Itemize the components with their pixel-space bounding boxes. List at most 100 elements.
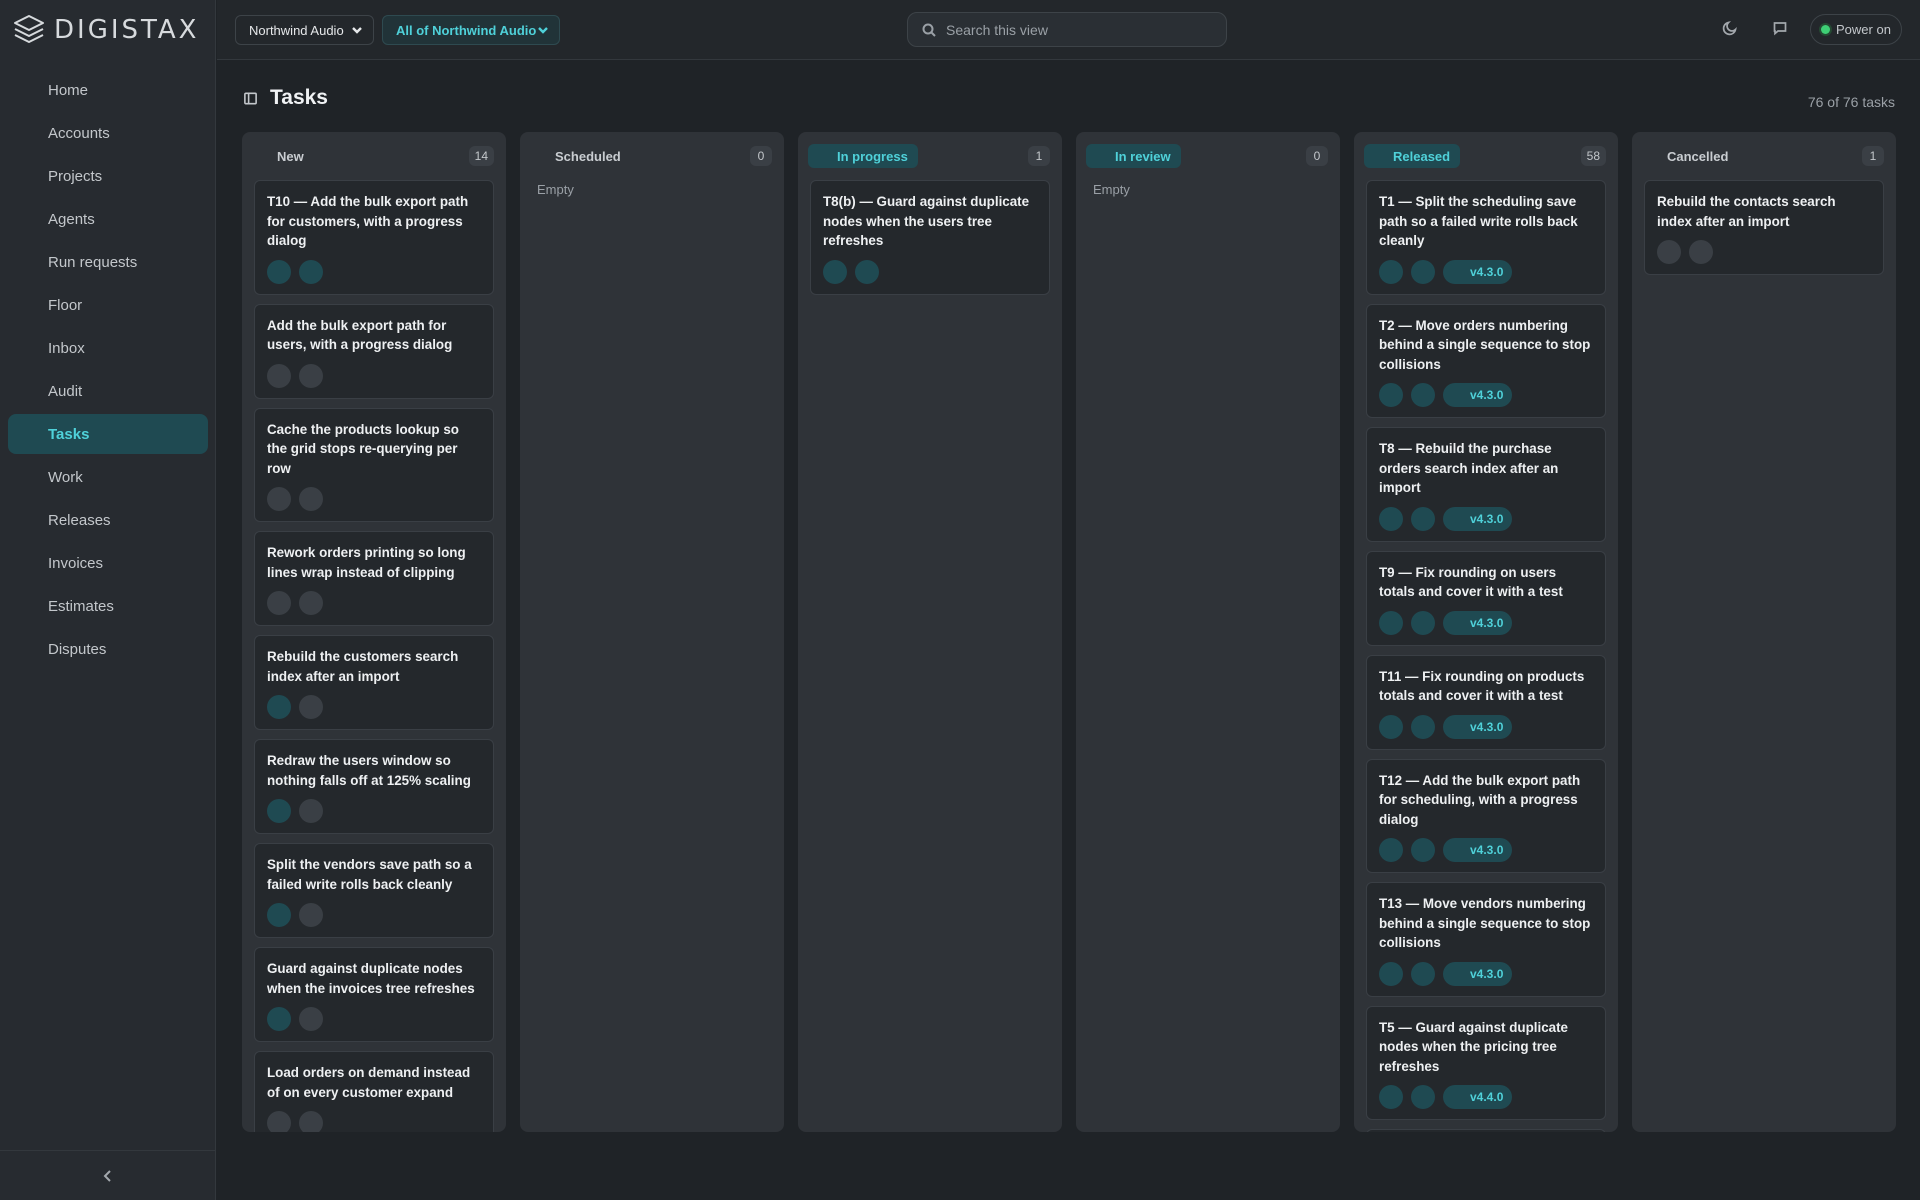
sidebar-item-estimates[interactable]: Estimates [8, 586, 208, 626]
power-toggle[interactable]: Power on [1810, 14, 1902, 45]
task-card[interactable]: Rework orders printing so long lines wra… [254, 531, 494, 626]
scope-select[interactable]: All of Northwind Audio [382, 15, 560, 45]
clock-badge[interactable] [299, 591, 323, 615]
task-card[interactable]: Split the vendors save path so a failed … [254, 843, 494, 938]
sparkle-badge[interactable] [1379, 1085, 1403, 1109]
sidebar-item-label: Inbox [48, 339, 85, 357]
task-card[interactable]: T9 — Fix rounding on users totals and co… [1366, 550, 1606, 646]
theme-toggle-button[interactable] [1722, 20, 1740, 38]
sidebar-item-agents[interactable]: Agents [8, 199, 208, 239]
doc-badge[interactable] [1411, 610, 1435, 635]
column-title[interactable]: In progress [808, 144, 918, 168]
task-card[interactable]: T6 — Rebuild the users search [1366, 1129, 1606, 1132]
doc-badge[interactable] [1411, 714, 1435, 739]
sparkle-badge[interactable] [1379, 714, 1403, 739]
task-card[interactable]: Load orders on demand instead of on ever… [254, 1051, 494, 1132]
sparkle-badge[interactable] [1379, 838, 1403, 862]
messages-button[interactable] [1772, 20, 1790, 38]
sidebar-item-tasks[interactable]: Tasks [8, 414, 208, 454]
sparkle-badge[interactable] [1379, 610, 1403, 635]
sidebar-item-disputes[interactable]: Disputes [8, 629, 208, 669]
sparkle-badge[interactable] [267, 903, 291, 927]
task-card[interactable]: Rebuild the contacts search index after … [1644, 180, 1884, 275]
column-title[interactable]: Scheduled [534, 144, 621, 168]
version-badge[interactable]: v4.3.0 [1443, 506, 1513, 531]
task-card[interactable]: T8(b) — Guard against duplicate nodes wh… [810, 180, 1050, 295]
sparkle-badge[interactable] [1379, 961, 1403, 986]
clock-badge[interactable] [299, 363, 323, 388]
task-card[interactable]: T5 — Guard against duplicate nodes when … [1366, 1005, 1606, 1120]
wrench-badge[interactable] [267, 591, 291, 615]
doc-badge[interactable] [1411, 259, 1435, 284]
version-badge[interactable]: v4.3.0 [1443, 383, 1513, 407]
brand-logo[interactable]: DIGISTAX [12, 12, 199, 48]
version-badge[interactable]: v4.3.0 [1443, 714, 1513, 739]
doc-badge[interactable] [855, 259, 879, 284]
task-card[interactable]: T10 — Add the bulk export path for custo… [254, 180, 494, 295]
task-card[interactable]: T1 — Split the scheduling save path so a… [1366, 180, 1606, 295]
version-badge[interactable]: v4.3.0 [1443, 961, 1513, 986]
clock-badge[interactable] [299, 903, 323, 927]
sparkle-badge[interactable] [267, 799, 291, 823]
sidebar-item-invoices[interactable]: Invoices [8, 543, 208, 583]
sidebar-item-run-requests[interactable]: Run requests [8, 242, 208, 282]
task-card[interactable]: Guard against duplicate nodes when the i… [254, 947, 494, 1042]
sparkle-badge[interactable] [267, 1007, 291, 1031]
sidebar-item-floor[interactable]: Floor [8, 285, 208, 325]
task-card-title: Guard against duplicate nodes when the i… [267, 961, 475, 996]
task-card[interactable]: T11 — Fix rounding on products totals an… [1366, 654, 1606, 750]
question-badge[interactable] [299, 695, 323, 719]
doc-badge[interactable] [299, 259, 323, 284]
clock-badge[interactable] [299, 487, 323, 511]
search-box[interactable] [907, 12, 1227, 47]
sidebar-item-accounts[interactable]: Accounts [8, 113, 208, 153]
sidebar-item-work[interactable]: Work [8, 457, 208, 497]
clock-badge[interactable] [1689, 240, 1713, 264]
task-card-title: T13 — Move vendors numbering behind a si… [1379, 896, 1591, 950]
wrench-badge[interactable] [267, 363, 291, 388]
sidebar-item-projects[interactable]: Projects [8, 156, 208, 196]
sparkle-badge[interactable] [1379, 506, 1403, 531]
version-badge[interactable]: v4.4.0 [1443, 1085, 1513, 1109]
sparkle-badge[interactable] [267, 259, 291, 284]
wrench-badge[interactable] [1657, 240, 1681, 264]
task-card[interactable]: T2 — Move orders numbering behind a sing… [1366, 303, 1606, 418]
clock-badge[interactable] [299, 1111, 323, 1132]
clock-badge[interactable] [299, 1007, 323, 1031]
task-card[interactable]: T12 — Add the bulk export path for sched… [1366, 758, 1606, 873]
sparkle-badge[interactable] [267, 695, 291, 719]
search-input[interactable] [946, 21, 1196, 38]
task-card[interactable]: T13 — Move vendors numbering behind a si… [1366, 882, 1606, 997]
doc-badge[interactable] [1411, 1085, 1435, 1109]
version-badge[interactable]: v4.3.0 [1443, 610, 1513, 635]
clock-badge[interactable] [299, 799, 323, 823]
task-card[interactable]: T8 — Rebuild the purchase orders search … [1366, 427, 1606, 542]
column-title[interactable]: New [256, 144, 304, 168]
task-card[interactable]: Redraw the users window so nothing falls… [254, 739, 494, 834]
doc-badge[interactable] [1411, 838, 1435, 862]
wrench-badge[interactable] [267, 1111, 291, 1132]
version-badge[interactable]: v4.3.0 [1443, 259, 1513, 284]
sparkle-badge[interactable] [1379, 383, 1403, 407]
task-card[interactable]: Rebuild the customers search index after… [254, 635, 494, 730]
task-card[interactable]: Cache the products lookup so the grid st… [254, 407, 494, 522]
column-title[interactable]: In review [1086, 144, 1181, 168]
version-badge[interactable]: v4.3.0 [1443, 838, 1513, 862]
doc-badge[interactable] [1411, 383, 1435, 407]
sidebar-item-audit[interactable]: Audit [8, 371, 208, 411]
column-title[interactable]: Cancelled [1646, 144, 1728, 168]
doc-badge[interactable] [1411, 961, 1435, 986]
organization-select[interactable]: Northwind Audio [235, 15, 374, 45]
sidebar-item-home[interactable]: Home [8, 70, 208, 110]
sparkle-badge[interactable] [1379, 259, 1403, 284]
sparkle-icon [273, 909, 285, 921]
sparkle-badge[interactable] [823, 259, 847, 284]
sparkle-icon [1385, 721, 1397, 733]
doc-badge[interactable] [1411, 506, 1435, 531]
task-card[interactable]: Add the bulk export path for users, with… [254, 303, 494, 399]
collapse-sidebar-button[interactable] [0, 1150, 216, 1200]
sidebar-item-inbox[interactable]: Inbox [8, 328, 208, 368]
sidebar-item-releases[interactable]: Releases [8, 500, 208, 540]
column-title[interactable]: Released [1364, 144, 1461, 168]
wrench-badge[interactable] [267, 487, 291, 511]
